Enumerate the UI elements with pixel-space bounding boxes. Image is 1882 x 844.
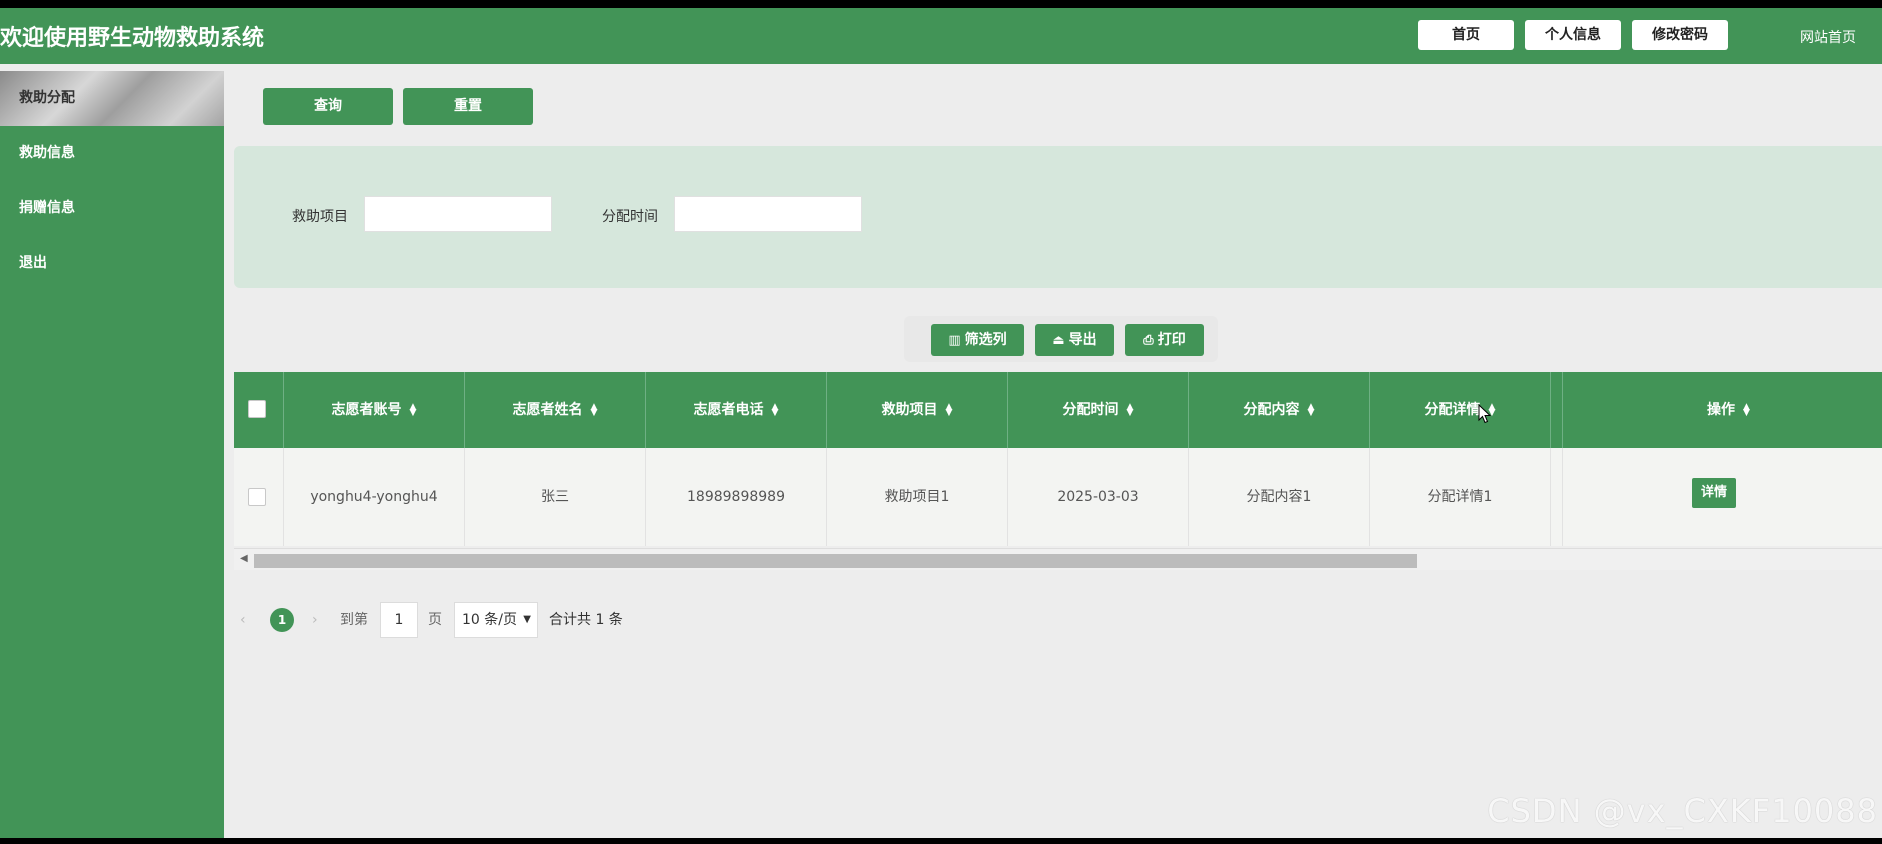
- time-input[interactable]: [674, 196, 862, 232]
- sidebar: 救助分配 救助信息 捐赠信息 退出: [0, 71, 224, 838]
- cell-content: 分配内容1: [1189, 448, 1370, 546]
- total-count: 合计共 1 条: [549, 612, 623, 628]
- column-header-label: 分配内容: [1243, 402, 1300, 418]
- sort-icon[interactable]: ▲ ▼: [591, 403, 598, 418]
- print-label: 打印: [1157, 332, 1186, 348]
- column-header-label: 操作: [1707, 402, 1736, 418]
- sort-icon[interactable]: ▲ ▼: [410, 403, 417, 418]
- column-header-label: 志愿者账号: [331, 402, 402, 418]
- column-header-time[interactable]: 分配时间 ▲ ▼: [1008, 372, 1189, 448]
- sidebar-item-rescue-allocation[interactable]: 救助分配: [0, 71, 224, 126]
- sort-icon[interactable]: ▲ ▼: [1308, 403, 1315, 418]
- row-checkbox-cell: [234, 448, 284, 546]
- project-input[interactable]: [364, 196, 552, 232]
- sort-icon[interactable]: ▲ ▼: [772, 403, 779, 418]
- page-number-button[interactable]: 1: [270, 608, 294, 632]
- next-page-icon[interactable]: ›: [312, 602, 318, 638]
- sort-icon[interactable]: ▲ ▼: [1127, 403, 1134, 418]
- column-header-label: 分配时间: [1062, 402, 1119, 418]
- query-button[interactable]: 查询: [263, 88, 393, 125]
- filter-icon: ▥: [948, 333, 961, 348]
- page-size-value: 10 条/页: [462, 612, 517, 628]
- page-size-select[interactable]: 10 条/页 ▼: [454, 602, 538, 638]
- print-button[interactable]: ⎙ 打印: [1125, 324, 1204, 356]
- sidebar-item-rescue-info[interactable]: 救助信息: [0, 126, 224, 181]
- reset-button[interactable]: 重置: [403, 88, 533, 125]
- nav-home-button[interactable]: 首页: [1418, 20, 1514, 50]
- detail-button[interactable]: 详情: [1692, 478, 1736, 508]
- select-all-checkbox[interactable]: [248, 400, 266, 418]
- site-home-link[interactable]: 网站首页: [1800, 27, 1856, 47]
- column-header-label: 分配详情: [1424, 402, 1481, 418]
- horizontal-scrollbar[interactable]: ◀ ▶: [234, 548, 1882, 570]
- cell-project: 救助项目1: [827, 448, 1008, 546]
- table-row: yonghu4-yonghu4 张三 18989898989 救助项目1 202…: [234, 448, 1882, 546]
- time-label: 分配时间: [602, 209, 658, 225]
- nav-change-password-button[interactable]: 修改密码: [1632, 20, 1728, 50]
- search-panel: 救助项目 分配时间: [234, 146, 1882, 288]
- app-title: 欢迎使用野生动物救助系统: [0, 26, 265, 51]
- column-header-phone[interactable]: 志愿者电话 ▲ ▼: [646, 372, 827, 448]
- nav-profile-button[interactable]: 个人信息: [1525, 20, 1621, 50]
- sidebar-item-donation-info[interactable]: 捐赠信息: [0, 181, 224, 236]
- page-unit-label: 页: [428, 612, 442, 628]
- pagination: ‹ 1 › 到第 1 页 10 条/页 ▼ 合计共 1 条: [234, 602, 934, 638]
- print-icon: ⎙: [1143, 333, 1154, 348]
- cell-account: yonghu4-yonghu4: [284, 448, 465, 546]
- export-icon: ⏏: [1052, 333, 1065, 348]
- column-header-name[interactable]: 志愿者姓名 ▲ ▼: [465, 372, 646, 448]
- sort-icon[interactable]: ▲ ▼: [1743, 403, 1750, 418]
- row-checkbox[interactable]: [248, 488, 266, 506]
- prev-page-icon[interactable]: ‹: [240, 602, 246, 638]
- cell-detail: 分配详情1: [1370, 448, 1551, 546]
- column-header-project[interactable]: 救助项目 ▲ ▼: [827, 372, 1008, 448]
- goto-page-input[interactable]: 1: [380, 602, 418, 638]
- header-checkbox-cell: [234, 372, 284, 448]
- column-header-content[interactable]: 分配内容 ▲ ▼: [1189, 372, 1370, 448]
- column-divider: [1551, 372, 1563, 448]
- mouse-cursor-icon: [1478, 404, 1492, 424]
- column-header-label: 志愿者电话: [693, 402, 764, 418]
- column-header-label: 志愿者姓名: [512, 402, 583, 418]
- export-label: 导出: [1068, 332, 1097, 348]
- cell-time: 2025-03-03: [1008, 448, 1189, 546]
- export-button[interactable]: ⏏ 导出: [1035, 324, 1114, 356]
- filter-columns-label: 筛选列: [964, 332, 1007, 348]
- goto-label: 到第: [340, 612, 368, 628]
- filter-columns-button[interactable]: ▥ 筛选列: [931, 324, 1024, 356]
- table-header: 志愿者账号 ▲ ▼ 志愿者姓名 ▲ ▼ 志愿者电话 ▲ ▼ 救助项目 ▲ ▼ 分配时间 ▲ ▼ 分配…: [234, 372, 1882, 448]
- column-header-action[interactable]: 操作 ▲ ▼: [1563, 372, 1882, 448]
- column-header-detail[interactable]: 分配详情 ▲ ▼: [1370, 372, 1551, 448]
- watermark: CSDN @vx_CXKF10088: [1487, 792, 1878, 830]
- header-bar: 欢迎使用野生动物救助系统 首页 个人信息 修改密码 网站首页: [0, 8, 1882, 64]
- app-window: 欢迎使用野生动物救助系统 首页 个人信息 修改密码 网站首页 救助分配 救助信息…: [0, 8, 1882, 838]
- sort-icon[interactable]: ▲ ▼: [946, 403, 953, 418]
- chevron-down-icon: ▼: [523, 614, 531, 625]
- cell-phone: 18989898989: [646, 448, 827, 546]
- cell-name: 张三: [465, 448, 646, 546]
- main-content: 查询 重置 救助项目 分配时间 ▥ 筛选列 ⏏ 导出 ⎙ 打印 志愿者账号 ▲ …: [224, 64, 1882, 838]
- scroll-left-icon[interactable]: ◀: [240, 553, 248, 564]
- scrollbar-thumb[interactable]: [254, 554, 1417, 568]
- table-toolbar: ▥ 筛选列 ⏏ 导出 ⎙ 打印: [904, 316, 1218, 362]
- column-header-account[interactable]: 志愿者账号 ▲ ▼: [284, 372, 465, 448]
- sidebar-item-logout[interactable]: 退出: [0, 236, 224, 291]
- column-header-label: 救助项目: [881, 402, 938, 418]
- cell-divider: [1551, 448, 1563, 546]
- project-label: 救助项目: [292, 209, 348, 225]
